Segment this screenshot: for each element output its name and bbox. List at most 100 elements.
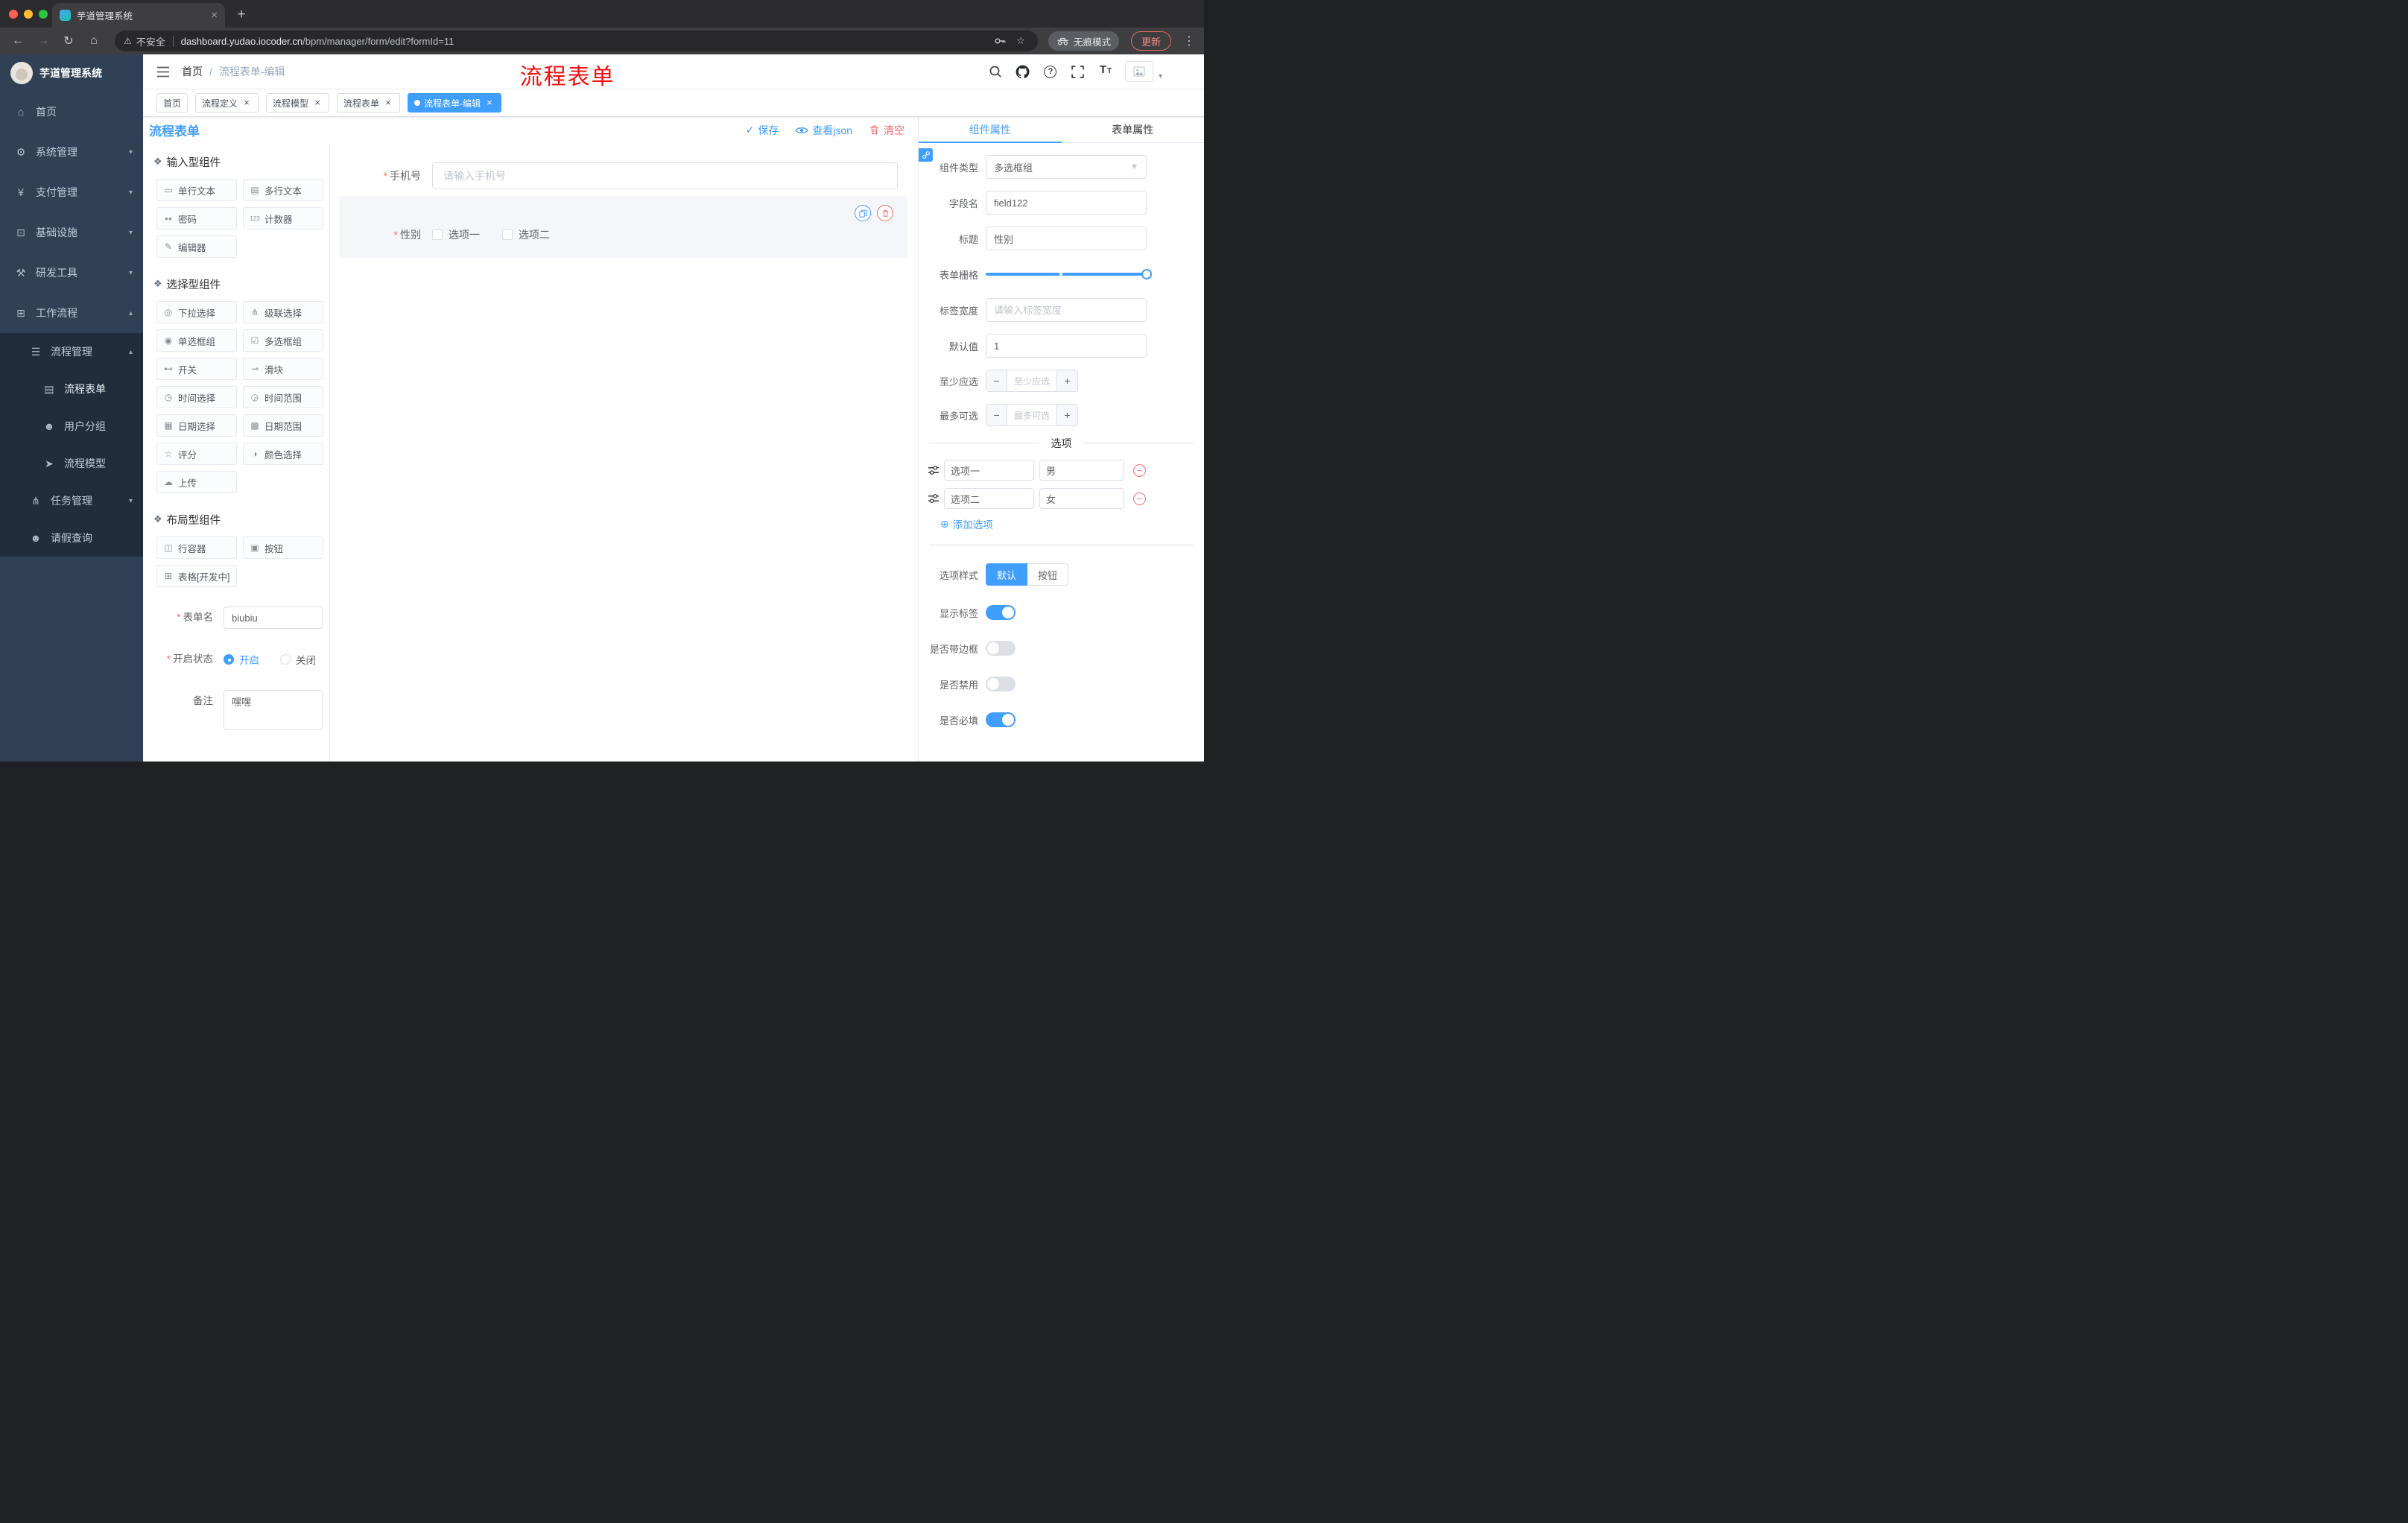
max-select-placeholder[interactable]: 最多可选 [1007,405,1056,425]
tab-component-props[interactable]: 组件属性 [919,117,1062,143]
palette-item-slider[interactable]: ⊸ 滑块 [243,358,323,380]
palette-item-time-picker[interactable]: ◷ 时间选择 [156,386,237,408]
sidebar-item-leave-query[interactable]: ☻ 请假查询 [0,519,143,557]
reload-button[interactable]: ↻ [58,31,79,51]
option-label-input[interactable] [944,460,1034,481]
bookmark-star-icon[interactable]: ☆ [1013,33,1029,49]
option-style-button-button[interactable]: 按钮 [1027,563,1069,586]
password-key-icon[interactable] [992,33,1008,49]
window-close-button[interactable] [9,10,18,19]
sidebar-item-task-manage[interactable]: ⋔ 任务管理 ▾ [0,482,143,519]
palette-item-date-picker[interactable]: ▦ 日期选择 [156,414,237,437]
toggle-show-label[interactable] [986,605,1016,620]
hamburger-icon[interactable] [155,63,171,80]
palette-item-date-range[interactable]: ▩ 日期范围 [243,414,323,437]
palette-item-cascader[interactable]: ⋔ 级联选择 [243,301,323,323]
search-icon[interactable] [987,63,1004,80]
gender-option1-checkbox[interactable]: 选项一 [432,227,480,242]
tag-close-icon[interactable]: × [484,98,495,108]
palette-item-row-container[interactable]: ◫ 行容器 [156,536,237,559]
tag-process-definition[interactable]: 流程定义 × [195,93,259,113]
new-tab-button[interactable]: + [231,4,252,25]
palette-item-editor[interactable]: ✎ 编辑器 [156,235,237,258]
toggle-required[interactable] [986,712,1016,727]
palette-item-rate[interactable]: ☆ 评分 [156,443,237,465]
field-name-input[interactable] [986,191,1147,215]
palette-item-radio-group[interactable]: ◉ 单选框组 [156,329,237,352]
palette-item-table[interactable]: ⊞ 表格[开发中] [156,565,237,587]
palette-item-button[interactable]: ▣ 按钮 [243,536,323,559]
remove-option-icon[interactable]: − [1133,463,1146,477]
default-value-input[interactable] [986,334,1147,358]
option-value-input[interactable] [1039,460,1124,481]
tab-close-icon[interactable]: × [211,9,218,22]
forward-button[interactable]: → [33,31,54,51]
save-button[interactable]: ✓ 保存 [746,123,779,138]
home-button[interactable]: ⌂ [83,31,104,51]
sidebar-item-infrastructure[interactable]: ⊡ 基础设施 ▾ [0,212,143,253]
toggle-disabled[interactable] [986,677,1016,691]
tag-close-icon[interactable]: × [383,98,393,108]
plus-button[interactable]: + [1056,370,1077,391]
form-remark-textarea[interactable]: 嘿嘿 [224,690,323,730]
form-name-input[interactable] [224,607,323,629]
drag-handle-icon[interactable] [928,493,940,504]
status-on-radio[interactable]: 开启 [224,652,259,667]
tag-close-icon[interactable]: × [312,98,323,108]
tab-form-props[interactable]: 表单属性 [1062,117,1205,142]
title-input[interactable] [986,227,1147,250]
browser-tab[interactable]: 芋道管理系统 × [52,3,225,28]
drag-handle-icon[interactable] [928,464,940,476]
sidebar-item-workflow[interactable]: ⊞ 工作流程 ▴ [0,293,143,333]
plus-button[interactable]: + [1056,405,1077,425]
minus-button[interactable]: − [986,405,1007,425]
toggle-border[interactable] [986,641,1016,656]
update-button[interactable]: 更新 [1130,31,1171,51]
tag-home[interactable]: 首页 [156,93,188,113]
status-off-radio[interactable]: 关闭 [280,652,316,667]
breadcrumb-home[interactable]: 首页 [182,64,203,79]
sidebar-item-dev-tools[interactable]: ⚒ 研发工具 ▾ [0,253,143,293]
sidebar-item-process-model[interactable]: ➤ 流程模型 [0,445,143,482]
slider-handle[interactable] [1141,269,1152,279]
fullscreen-icon[interactable] [1070,63,1086,80]
font-size-icon[interactable]: TT [1097,63,1114,80]
remove-option-icon[interactable]: − [1133,492,1146,505]
min-select-placeholder[interactable]: 至少应选 [1007,370,1056,391]
phone-input[interactable] [432,162,898,189]
palette-item-multi-line-text[interactable]: ▤ 多行文本 [243,179,323,201]
palette-item-checkbox-group[interactable]: ☑ 多选框组 [243,329,323,352]
browser-menu-icon[interactable]: ⋮ [1182,34,1197,48]
palette-item-upload[interactable]: ☁ 上传 [156,471,237,493]
avatar-caret-icon[interactable]: ▾ [1159,72,1162,80]
grid-slider[interactable] [986,262,1152,286]
sidebar-item-process-manage[interactable]: ☰ 流程管理 ▴ [0,333,143,370]
option-style-default-button[interactable]: 默认 [986,563,1028,586]
palette-item-single-line-text[interactable]: ▭ 单行文本 [156,179,237,201]
palette-item-color-picker[interactable]: ◑ 颜色选择 [243,443,323,465]
option-value-input[interactable] [1039,488,1124,509]
sidebar-item-user-group[interactable]: ☻ 用户分组 [0,408,143,445]
clear-button[interactable]: 清空 [869,123,904,138]
tag-process-form[interactable]: 流程表单 × [337,93,401,113]
github-icon[interactable] [1015,63,1031,80]
window-zoom-button[interactable] [39,10,48,19]
view-json-button[interactable]: 查看json [795,123,852,138]
sidebar-item-payment-manage[interactable]: ¥ 支付管理 ▾ [0,172,143,212]
palette-item-select[interactable]: ◎ 下拉选择 [156,301,237,323]
palette-item-password[interactable]: ●● 密码 [156,207,237,229]
delete-item-button[interactable] [877,205,893,221]
avatar[interactable] [1124,61,1153,82]
gender-field-selected[interactable]: * 性别 选项一 选项二 [339,196,907,258]
palette-item-switch[interactable]: ⊷ 开关 [156,358,237,380]
sidebar-item-home[interactable]: ⌂ 首页 [0,92,143,132]
back-button[interactable]: ← [7,31,28,51]
component-type-select[interactable]: 多选框组 ▼ [986,155,1147,179]
tag-process-form-edit[interactable]: 流程表单-编辑 × [408,93,502,113]
palette-item-counter[interactable]: 123 计数器 [243,207,323,229]
sidebar-item-system-manage[interactable]: ⚙ 系统管理 ▾ [0,132,143,172]
sidebar-item-process-form[interactable]: ▤ 流程表单 [0,370,143,408]
tag-process-model[interactable]: 流程模型 × [266,93,330,113]
minus-button[interactable]: − [986,370,1007,391]
window-minimize-button[interactable] [24,10,33,19]
